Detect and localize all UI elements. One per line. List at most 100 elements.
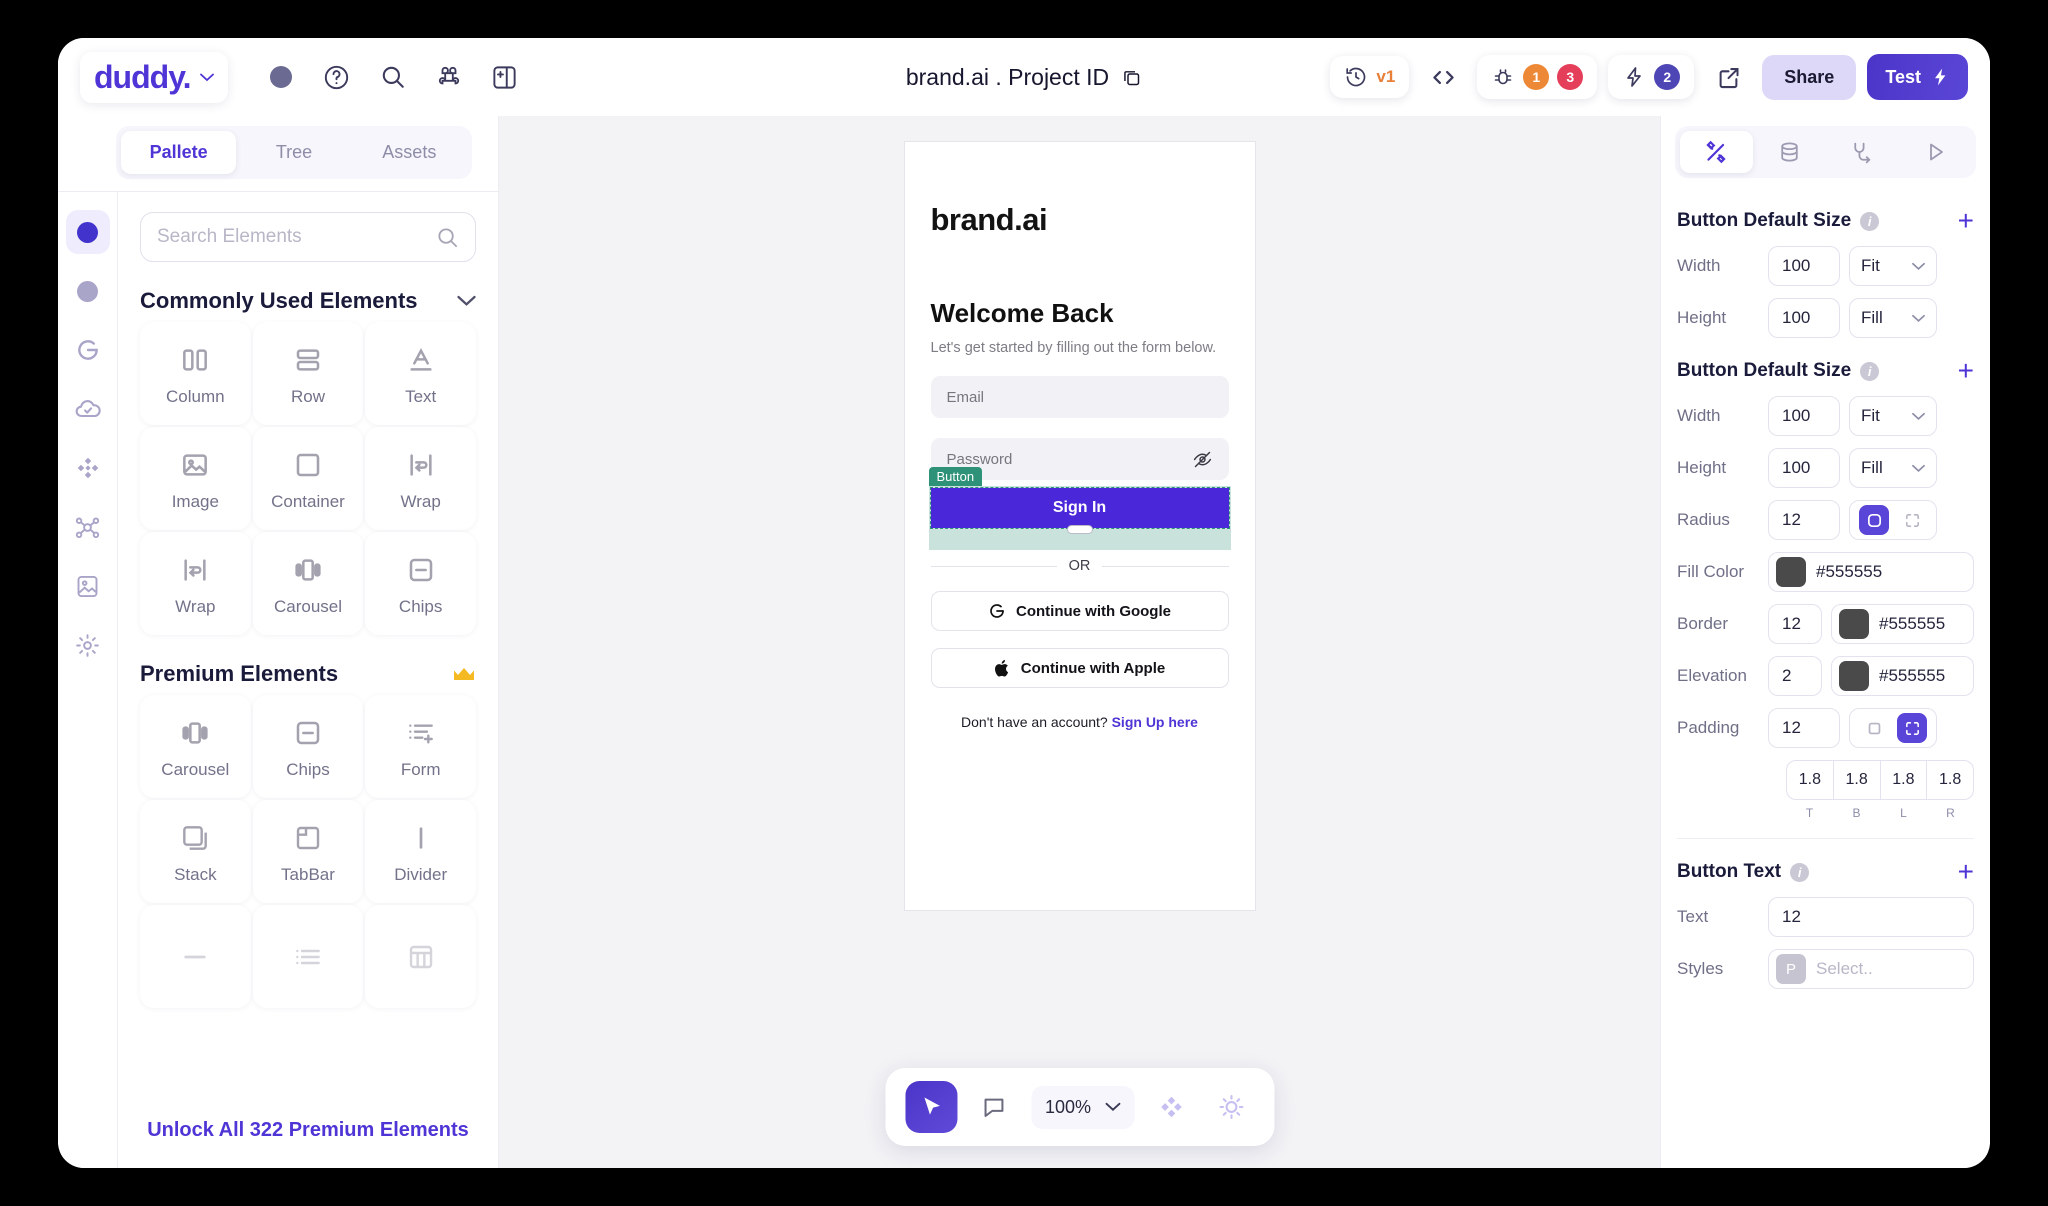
info-icon[interactable]: i bbox=[1860, 211, 1880, 231]
rail-item-google[interactable] bbox=[66, 328, 110, 372]
element-card[interactable]: Chips bbox=[365, 532, 476, 635]
comment-tool-button[interactable] bbox=[971, 1084, 1017, 1130]
element-card[interactable] bbox=[140, 905, 251, 1008]
element-card[interactable]: Carousel bbox=[140, 695, 251, 798]
width-mode-select[interactable]: Fit bbox=[1849, 246, 1937, 286]
tab-pallete[interactable]: Pallete bbox=[121, 131, 237, 174]
share-button[interactable]: Share bbox=[1762, 54, 1857, 100]
height-mode-select[interactable]: Fill bbox=[1849, 448, 1937, 488]
add-panel-icon[interactable] bbox=[482, 54, 528, 100]
rail-item-cloud[interactable] bbox=[66, 387, 110, 431]
info-icon[interactable]: i bbox=[1860, 361, 1880, 381]
version-history-button[interactable]: v1 bbox=[1330, 56, 1410, 98]
rail-item-graph[interactable] bbox=[66, 505, 110, 549]
chevron-down-icon[interactable] bbox=[457, 295, 476, 307]
elevation-input[interactable]: 2 bbox=[1768, 656, 1822, 696]
tab-tree[interactable]: Tree bbox=[236, 131, 351, 174]
info-icon[interactable]: i bbox=[1790, 862, 1810, 882]
styles-select[interactable]: P Select.. bbox=[1768, 949, 1974, 989]
elevation-color-picker[interactable]: #555555 bbox=[1831, 656, 1974, 696]
tab-inspect[interactable] bbox=[1826, 131, 1899, 173]
height-mode-select[interactable]: Fill bbox=[1849, 298, 1937, 338]
tab-run[interactable] bbox=[1898, 131, 1971, 173]
add-property-button[interactable]: + bbox=[1958, 207, 1974, 235]
theme-toggle-button[interactable] bbox=[1208, 1084, 1254, 1130]
element-card[interactable]: Form bbox=[365, 695, 476, 798]
user-avatar[interactable] bbox=[258, 54, 304, 100]
test-button[interactable]: Test bbox=[1867, 54, 1968, 100]
padding-left-input[interactable]: 1.8 bbox=[1881, 761, 1928, 799]
sign-in-button[interactable]: Sign In bbox=[929, 487, 1230, 534]
eye-off-icon[interactable] bbox=[1192, 449, 1213, 470]
continue-with-apple-button[interactable]: Continue with Apple bbox=[930, 648, 1229, 688]
element-card[interactable]: Carousel bbox=[252, 532, 364, 635]
tab-design[interactable] bbox=[1680, 131, 1753, 173]
actions-button[interactable]: 2 bbox=[1608, 55, 1695, 99]
add-property-button[interactable]: + bbox=[1958, 357, 1974, 385]
rail-item-animations[interactable] bbox=[66, 446, 110, 490]
fill-color-picker[interactable]: #555555 bbox=[1768, 552, 1974, 592]
radius-input[interactable]: 12 bbox=[1768, 500, 1840, 540]
copy-icon[interactable] bbox=[1121, 67, 1142, 88]
element-card[interactable]: Divider bbox=[365, 800, 476, 903]
radius-uniform-button[interactable] bbox=[1859, 505, 1889, 535]
property-label: Elevation bbox=[1677, 666, 1747, 685]
code-view-icon[interactable] bbox=[1420, 54, 1466, 100]
issues-button[interactable]: 1 3 bbox=[1477, 55, 1598, 99]
padding-input[interactable]: 12 bbox=[1768, 708, 1840, 748]
open-external-icon[interactable] bbox=[1705, 54, 1751, 100]
element-card[interactable]: Image bbox=[140, 427, 251, 530]
signup-prefix: Don't have an account? bbox=[961, 714, 1108, 730]
element-card[interactable]: Column bbox=[140, 322, 251, 425]
element-card[interactable] bbox=[365, 905, 476, 1008]
padding-right-input[interactable]: 1.8 bbox=[1927, 761, 1973, 799]
height-input[interactable]: 100 bbox=[1768, 448, 1840, 488]
rail-item-media[interactable] bbox=[66, 564, 110, 608]
element-card[interactable]: TabBar bbox=[252, 800, 364, 903]
element-card[interactable]: Container bbox=[252, 427, 364, 530]
element-card[interactable]: Chips bbox=[252, 695, 364, 798]
email-field[interactable]: Email bbox=[930, 376, 1229, 418]
padding-bottom-input[interactable]: 1.8 bbox=[1834, 761, 1881, 799]
width-input[interactable]: 100 bbox=[1768, 396, 1840, 436]
rail-item-components[interactable] bbox=[66, 269, 110, 313]
rail-item-settings[interactable] bbox=[66, 623, 110, 667]
zoom-level-select[interactable]: 100% bbox=[1030, 1085, 1135, 1129]
rail-item-widgets[interactable] bbox=[65, 210, 110, 254]
search-input[interactable] bbox=[157, 226, 436, 248]
element-card[interactable] bbox=[252, 905, 364, 1008]
components-tool-button[interactable] bbox=[1148, 1084, 1194, 1130]
command-icon[interactable] bbox=[426, 54, 472, 100]
workspace-switcher[interactable]: duddy. bbox=[80, 51, 228, 103]
search-icon[interactable] bbox=[370, 54, 416, 100]
resize-handle[interactable] bbox=[1066, 525, 1093, 534]
property-label: Styles bbox=[1677, 959, 1724, 978]
width-mode-select[interactable]: Fit bbox=[1849, 396, 1937, 436]
element-card[interactable]: Row bbox=[252, 322, 364, 425]
padding-top-input[interactable]: 1.8 bbox=[1787, 761, 1834, 799]
tab-assets[interactable]: Assets bbox=[352, 131, 467, 174]
element-card[interactable]: Wrap bbox=[140, 532, 251, 635]
canvas-area[interactable]: brand.ai Welcome Back Let's get started … bbox=[499, 116, 1660, 1168]
padding-uniform-button[interactable] bbox=[1859, 713, 1889, 743]
element-card[interactable]: Wrap bbox=[365, 427, 476, 530]
continue-with-google-button[interactable]: Continue with Google bbox=[930, 591, 1229, 631]
unlock-premium-link[interactable]: Unlock All 322 Premium Elements bbox=[147, 1119, 469, 1141]
element-card[interactable]: Stack bbox=[140, 800, 251, 903]
history-icon bbox=[1346, 67, 1366, 87]
help-icon[interactable] bbox=[314, 54, 360, 100]
design-icon bbox=[1706, 140, 1727, 164]
width-input[interactable]: 100 bbox=[1768, 246, 1840, 286]
tab-database[interactable] bbox=[1753, 131, 1826, 173]
add-property-button[interactable]: + bbox=[1958, 858, 1974, 886]
padding-individual-button[interactable] bbox=[1897, 713, 1927, 743]
element-card[interactable]: Text bbox=[365, 322, 476, 425]
border-color-picker[interactable]: #555555 bbox=[1831, 604, 1974, 644]
border-width-input[interactable]: 12 bbox=[1768, 604, 1822, 644]
text-size-input[interactable]: 12 bbox=[1768, 897, 1974, 937]
cursor-tool-button[interactable] bbox=[904, 1081, 957, 1133]
signup-link[interactable]: Sign Up here bbox=[1112, 714, 1198, 730]
height-input[interactable]: 100 bbox=[1768, 298, 1840, 338]
radius-individual-button[interactable] bbox=[1897, 505, 1927, 535]
search-elements-box[interactable] bbox=[140, 212, 476, 262]
